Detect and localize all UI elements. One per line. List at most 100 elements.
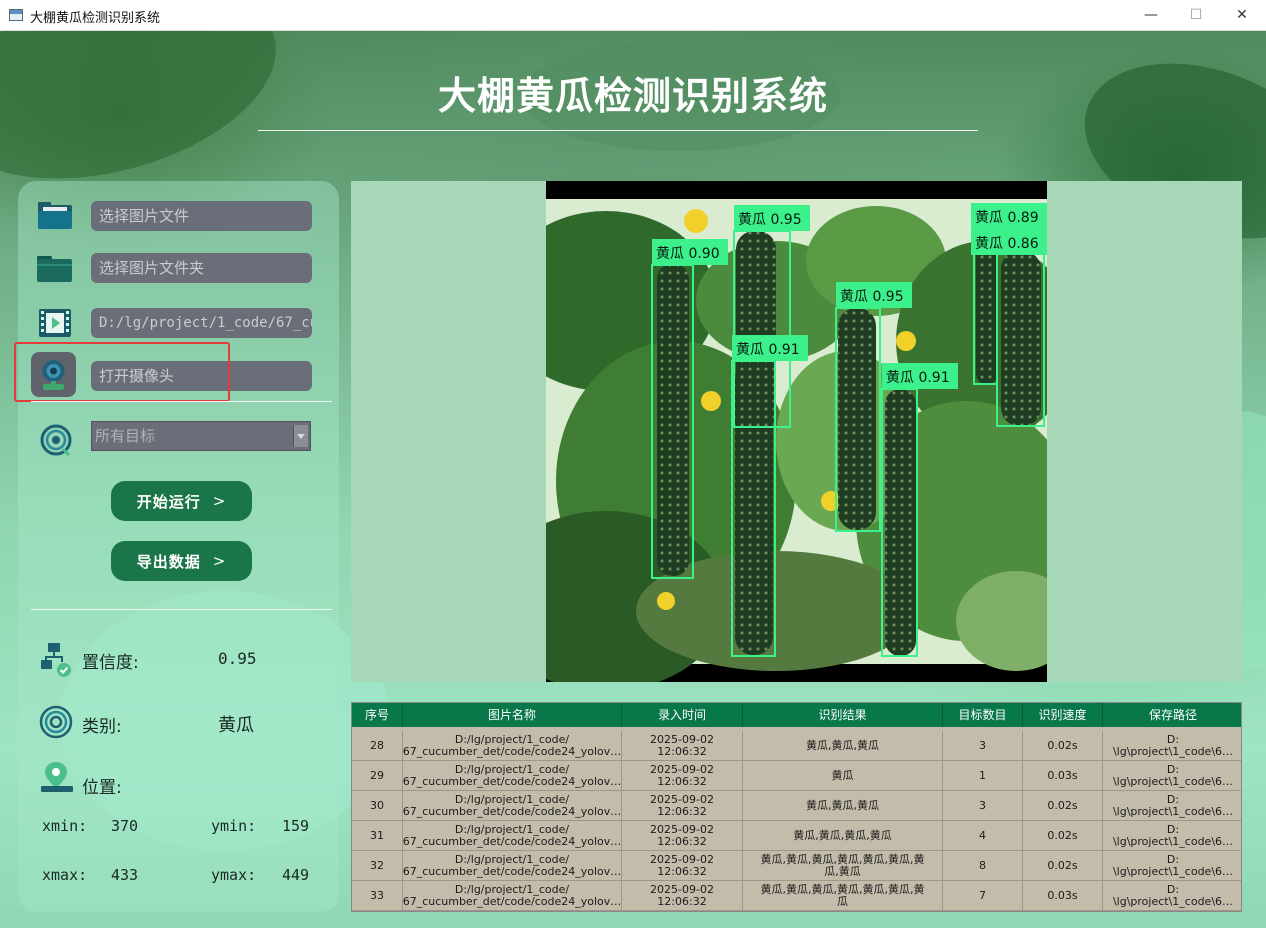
cell-index-text: 31: [370, 828, 384, 842]
cell-count[interactable]: 4: [943, 821, 1023, 850]
cell-path[interactable]: D: \lg\project\1_code\6…: [1103, 761, 1241, 790]
header-speed[interactable]: 识别速度: [1023, 703, 1103, 727]
cell-speed-text: 0.03s: [1047, 888, 1078, 902]
cell-time-text: 2025-09-02: [650, 882, 714, 896]
table-row[interactable]: 30 D:/lg/project/1_code/67_cucumber_det/c…: [352, 791, 1241, 821]
cell-count-text: 8: [979, 858, 986, 872]
cell-result-text: 黄瓜,黄瓜,黄瓜,黄瓜,黄瓜,黄瓜,黄: [760, 882, 925, 896]
cell-count-text: 3: [979, 798, 986, 812]
cell-speed[interactable]: 0.02s: [1023, 731, 1103, 760]
cell-time[interactable]: 2025-09-02 12:06:32: [622, 731, 743, 760]
close-button[interactable]: ✕: [1219, 0, 1265, 30]
target-select[interactable]: 所有目标: [91, 421, 311, 451]
ymin-label: ymin:: [211, 817, 257, 835]
cell-image-name[interactable]: D:/lg/project/1_code/67_cucumber_det/cod…: [403, 791, 622, 820]
cell-result[interactable]: 黄瓜,黄瓜,黄瓜,黄瓜: [743, 821, 943, 850]
cell-index[interactable]: 31: [352, 821, 403, 850]
results-table[interactable]: 序号 图片名称 录入时间 识别结果 目标数目 识别速度 保存路径 28 D:/lg…: [351, 702, 1242, 912]
cell-image-name[interactable]: D:/lg/project/1_code/67_cucumber_det/cod…: [403, 731, 622, 760]
image-file-icon[interactable]: [35, 196, 75, 236]
cell-speed[interactable]: 0.03s: [1023, 761, 1103, 790]
cell-index[interactable]: 32: [352, 851, 403, 880]
table-row[interactable]: 33 D:/lg/project/1_code/67_cucumber_det/c…: [352, 881, 1241, 911]
header-index[interactable]: 序号: [352, 703, 403, 727]
cell-time-text: 12:06:32: [657, 894, 707, 908]
cell-count[interactable]: 7: [943, 881, 1023, 910]
header-path[interactable]: 保存路径: [1103, 703, 1241, 727]
header-time[interactable]: 录入时间: [622, 703, 743, 727]
cell-index[interactable]: 33: [352, 881, 403, 910]
cell-path[interactable]: D: \lg\project\1_code\6…: [1103, 851, 1241, 880]
cell-speed[interactable]: 0.02s: [1023, 791, 1103, 820]
cell-path[interactable]: D: \lg\project\1_code\6…: [1103, 731, 1241, 760]
app-window: 大棚黄瓜检测识别系统 选择图片文件 选择图片文件夹 D:/lg/project/…: [0, 31, 1266, 928]
cell-image-name-text: 67_cucumber_det/code/code24_yolov…: [403, 804, 622, 818]
cell-image-name[interactable]: D:/lg/project/1_code/67_cucumber_det/cod…: [403, 821, 622, 850]
class-label: 类别:: [82, 717, 122, 737]
table-row[interactable]: 32 D:/lg/project/1_code/67_cucumber_det/c…: [352, 851, 1241, 881]
cell-image-name-text: 67_cucumber_det/code/code24_yolov…: [403, 864, 622, 878]
start-button[interactable]: 开始运行 >: [111, 481, 252, 521]
cell-time[interactable]: 2025-09-02 12:06:32: [622, 821, 743, 850]
table-row[interactable]: 31 D:/lg/project/1_code/67_cucumber_det/c…: [352, 821, 1241, 851]
image-file-input[interactable]: 选择图片文件: [91, 201, 312, 231]
cell-result[interactable]: 黄瓜: [743, 761, 943, 790]
xmax-value: 433: [111, 866, 139, 884]
cell-time[interactable]: 2025-09-02 12:06:32: [622, 851, 743, 880]
header-count[interactable]: 目标数目: [943, 703, 1023, 727]
export-button[interactable]: 导出数据 >: [111, 541, 252, 581]
cell-result[interactable]: 黄瓜,黄瓜,黄瓜: [743, 731, 943, 760]
cell-result-text: 黄瓜,黄瓜,黄瓜: [806, 798, 879, 812]
cell-index[interactable]: 28: [352, 731, 403, 760]
cell-index[interactable]: 30: [352, 791, 403, 820]
cell-path[interactable]: D: \lg\project\1_code\6…: [1103, 791, 1241, 820]
cell-count-text: 1: [979, 768, 986, 782]
cell-path-text: D:: [1166, 882, 1180, 896]
cell-count[interactable]: 3: [943, 791, 1023, 820]
table-row[interactable]: 28 D:/lg/project/1_code/67_cucumber_det/c…: [352, 731, 1241, 761]
export-button-label: 导出数据: [136, 552, 201, 571]
cell-speed[interactable]: 0.03s: [1023, 881, 1103, 910]
cell-time[interactable]: 2025-09-02 12:06:32: [622, 791, 743, 820]
cell-result[interactable]: 黄瓜,黄瓜,黄瓜,黄瓜,黄瓜,黄瓜,黄 瓜,黄瓜: [743, 851, 943, 880]
cell-time-text: 2025-09-02: [650, 762, 714, 776]
header-image-name[interactable]: 图片名称: [403, 703, 622, 727]
cell-time-text: 2025-09-02: [650, 852, 714, 866]
cell-time[interactable]: 2025-09-02 12:06:32: [622, 881, 743, 910]
confidence-label: 置信度:: [82, 653, 139, 673]
cell-time[interactable]: 2025-09-02 12:06:32: [622, 761, 743, 790]
cell-image-name[interactable]: D:/lg/project/1_code/67_cucumber_det/cod…: [403, 851, 622, 880]
cucumber-photo: 黄瓜 0.90 黄瓜 0.95 黄瓜 0.91 黄瓜 0.95 黄瓜 0.91 …: [546, 181, 1047, 682]
header-result[interactable]: 识别结果: [743, 703, 943, 727]
cell-count[interactable]: 3: [943, 731, 1023, 760]
video-icon[interactable]: [35, 303, 75, 343]
cell-path-text: \lg\project\1_code\6…: [1112, 864, 1234, 878]
cell-speed[interactable]: 0.02s: [1023, 821, 1103, 850]
cell-count-text: 7: [979, 888, 986, 902]
cell-result[interactable]: 黄瓜,黄瓜,黄瓜,黄瓜,黄瓜,黄瓜,黄瓜: [743, 881, 943, 910]
chevron-down-icon[interactable]: [293, 425, 308, 447]
image-folder-input[interactable]: 选择图片文件夹: [91, 253, 312, 283]
cell-speed[interactable]: 0.02s: [1023, 851, 1103, 880]
cell-count[interactable]: 1: [943, 761, 1023, 790]
xmin-label: xmin:: [42, 817, 88, 835]
detection-label: 黄瓜 0.95: [840, 288, 904, 305]
cell-count-text: 3: [979, 738, 986, 752]
cell-path[interactable]: D: \lg\project\1_code\6…: [1103, 881, 1241, 910]
cell-result-text: 黄瓜,黄瓜,黄瓜: [806, 738, 879, 752]
cell-image-name[interactable]: D:/lg/project/1_code/67_cucumber_det/cod…: [403, 761, 622, 790]
cell-path-text: \lg\project\1_code\6…: [1112, 834, 1234, 848]
cell-image-name[interactable]: D:/lg/project/1_code/67_cucumber_det/cod…: [403, 881, 622, 910]
cell-index[interactable]: 29: [352, 761, 403, 790]
cell-count[interactable]: 8: [943, 851, 1023, 880]
folder-icon[interactable]: [35, 248, 75, 288]
cell-index-text: 29: [370, 768, 384, 782]
maximize-button[interactable]: ☐: [1173, 0, 1219, 30]
cell-path[interactable]: D: \lg\project\1_code\6…: [1103, 821, 1241, 850]
target-icon: [40, 424, 72, 457]
minimize-button[interactable]: —: [1128, 0, 1174, 30]
cell-result[interactable]: 黄瓜,黄瓜,黄瓜: [743, 791, 943, 820]
cell-path-text: \lg\project\1_code\6…: [1112, 774, 1234, 788]
table-row[interactable]: 29 D:/lg/project/1_code/67_cucumber_det/c…: [352, 761, 1241, 791]
video-path-input[interactable]: D:/lg/project/1_code/67_cuc: [91, 308, 312, 338]
